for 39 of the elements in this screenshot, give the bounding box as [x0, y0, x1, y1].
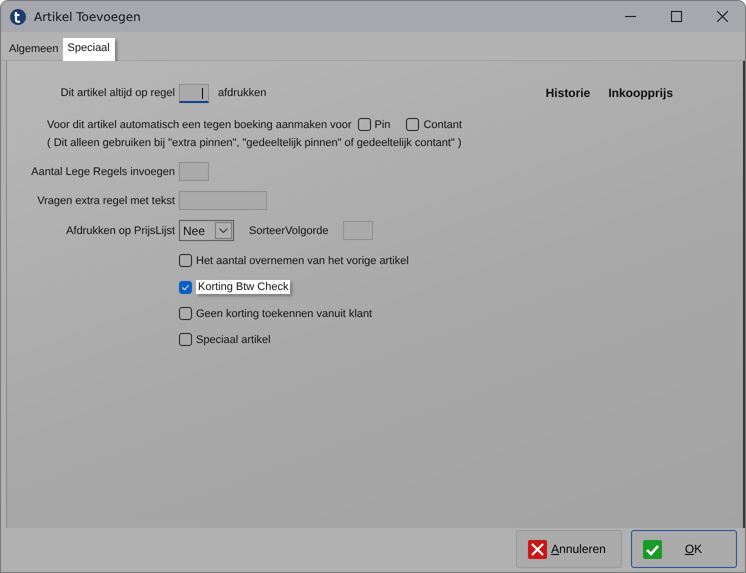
field-label: Vragen extra regel met tekst: [36, 194, 175, 206]
checkbox-label: Contant: [423, 118, 462, 130]
checkmark-icon: [643, 540, 662, 558]
cross-icon: [528, 540, 547, 558]
link[interactable]: Historie: [546, 86, 590, 100]
checkbox-label: Speciaal artikel: [196, 334, 271, 346]
input-field[interactable]: [179, 191, 267, 210]
auto-booking-label: Voor dit artikel automatisch een tegen boeking aanmaken voor: [47, 118, 352, 130]
checkbox-label: Het aantal overnemen van het vorige artikel: [196, 254, 409, 266]
ok-button[interactable]: OK: [631, 530, 737, 568]
checkbox[interactable]: [406, 118, 420, 131]
field-label: Dit artikel altijd op regel: [60, 87, 175, 99]
app-logo-icon: [10, 8, 26, 24]
tab[interactable]: Algemeen: [5, 40, 63, 60]
checkbox[interactable]: [358, 118, 371, 131]
tab[interactable]: Speciaal: [62, 38, 115, 62]
dropdown[interactable]: Nee: [179, 220, 234, 241]
link[interactable]: Inkoopprijs: [608, 86, 673, 100]
checkbox[interactable]: [179, 307, 192, 320]
checkbox-label: Pin: [374, 118, 390, 130]
maximize-icon[interactable]: [671, 11, 682, 22]
window-title: Artikel Toevoegen: [34, 10, 141, 24]
field-label: SorteerVolgorde: [249, 224, 328, 236]
check-icon: [181, 282, 190, 292]
note-text: ( Dit alleen gebruiken bij "extra pinnen", "gedeeltelijk pinnen" of gedeeltelijk contant" ): [47, 137, 462, 149]
checkbox[interactable]: [179, 280, 192, 294]
checkbox-label: Korting Btw Check: [196, 280, 290, 294]
input-field[interactable]: [179, 162, 209, 181]
checkbox[interactable]: [179, 254, 192, 267]
field-label: Afdrukken op PrijsLijst: [65, 224, 175, 236]
chevron-down-icon: [219, 228, 228, 233]
field-label: Aantal Lege Regels invoegen: [30, 166, 175, 178]
checkbox-label: Geen korting toekennen vanuit klant: [196, 308, 372, 320]
field-suffix: afdrukken: [218, 87, 266, 99]
input-field[interactable]: [342, 221, 372, 240]
checkbox[interactable]: [179, 333, 192, 346]
close-icon[interactable]: [717, 11, 728, 22]
input-field[interactable]: [179, 84, 209, 102]
cancel-button[interactable]: Annuleren: [516, 530, 622, 568]
